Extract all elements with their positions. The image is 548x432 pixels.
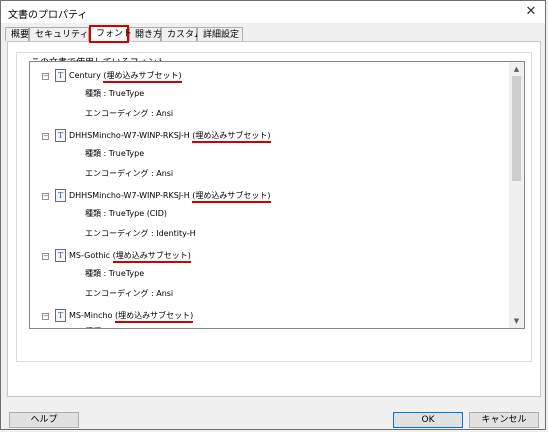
font-name: Century (埋め込みサブセット) [69,67,182,85]
tab-overview[interactable]: 概要 [5,27,29,41]
font-type: 種類 : TrueType [85,326,144,328]
list-item[interactable]: − T MS-Gothic (埋め込みサブセット) [30,247,508,265]
tab-custom[interactable]: カスタム [161,27,203,41]
truetype-font-icon: T [55,189,66,202]
collapse-icon[interactable]: − [42,313,49,320]
close-icon[interactable]: ✕ [523,4,539,20]
font-list[interactable]: − T Century (埋め込みサブセット) 種類 : TrueType エン… [29,61,525,329]
font-type: 種類 : TrueType [85,89,145,98]
collapse-icon[interactable]: − [42,193,49,200]
font-name: MS-Gothic (埋め込みサブセット) [69,247,191,265]
scroll-down-icon[interactable]: ▼ [509,314,524,328]
truetype-font-icon: T [55,249,66,262]
title-bar: 文書のプロパティ ✕ [1,1,545,23]
font-encoding: エンコーディング : Ansi [85,289,174,298]
collapse-icon[interactable]: − [42,253,49,260]
help-button[interactable]: ヘルプ [9,412,79,428]
list-item[interactable]: − T Century (埋め込みサブセット) [30,67,508,85]
cancel-button[interactable]: キャンセル [469,412,539,428]
collapse-icon[interactable]: − [42,133,49,140]
scroll-up-icon[interactable]: ▲ [509,62,524,76]
embedded-subset-label: (埋め込みサブセット) [112,251,191,263]
font-type: 種類 : TrueType [85,149,145,158]
font-name: MS-Mincho (埋め込みサブセット) [69,307,194,325]
list-item[interactable]: − T DHHSMincho-W7-WINP-RKSJ-H (埋め込みサブセット… [30,127,508,145]
font-name: DHHSMincho-W7-WINP-RKSJ-H (埋め込みサブセット) [69,127,271,145]
ok-button[interactable]: OK [393,412,463,428]
font-type: 種類 : TrueType (CID) [85,209,168,218]
font-type: 種類 : TrueType [85,269,145,278]
tab-initial-view[interactable]: 開き方 [129,27,162,41]
scroll-thumb[interactable] [512,76,521,181]
list-item[interactable]: − T MS-Mincho (埋め込みサブセット) [30,307,508,325]
truetype-font-icon: T [55,309,66,322]
dialog-footer: ヘルプ OK キャンセル [1,399,545,431]
tab-fonts[interactable]: フォント [89,25,132,43]
collapse-icon[interactable]: − [42,73,49,80]
dialog-title: 文書のプロパティ [8,10,88,21]
font-encoding: エンコーディング : Ansi [85,109,174,118]
tab-security[interactable]: セキュリティ [29,27,89,41]
embedded-subset-label: (埋め込みサブセット) [192,191,271,203]
properties-dialog: 文書のプロパティ ✕ 概要 セキュリティ フォント 開き方 カスタム 詳細設定 … [0,0,546,430]
embedded-subset-label: (埋め込みサブセット) [114,311,194,323]
font-encoding: エンコーディング : Identity-H [85,229,196,238]
tab-advanced[interactable]: 詳細設定 [197,27,243,41]
font-name: DHHSMincho-W7-WINP-RKSJ-H (埋め込みサブセット) [69,187,271,205]
embedded-subset-label: (埋め込みサブセット) [192,131,271,143]
truetype-font-icon: T [55,129,66,142]
vertical-scrollbar[interactable]: ▲ ▼ [509,62,524,328]
list-item[interactable]: − T DHHSMincho-W7-WINP-RKSJ-H (埋め込みサブセット… [30,187,508,205]
font-encoding: エンコーディング : Ansi [85,169,174,178]
embedded-subset-label: (埋め込みサブセット) [103,71,182,83]
fonts-panel: この文書で使用しているフォント − T Century (埋め込みサブセット) … [7,41,541,397]
font-list-content: − T Century (埋め込みサブセット) 種類 : TrueType エン… [30,62,508,328]
truetype-font-icon: T [55,69,66,82]
